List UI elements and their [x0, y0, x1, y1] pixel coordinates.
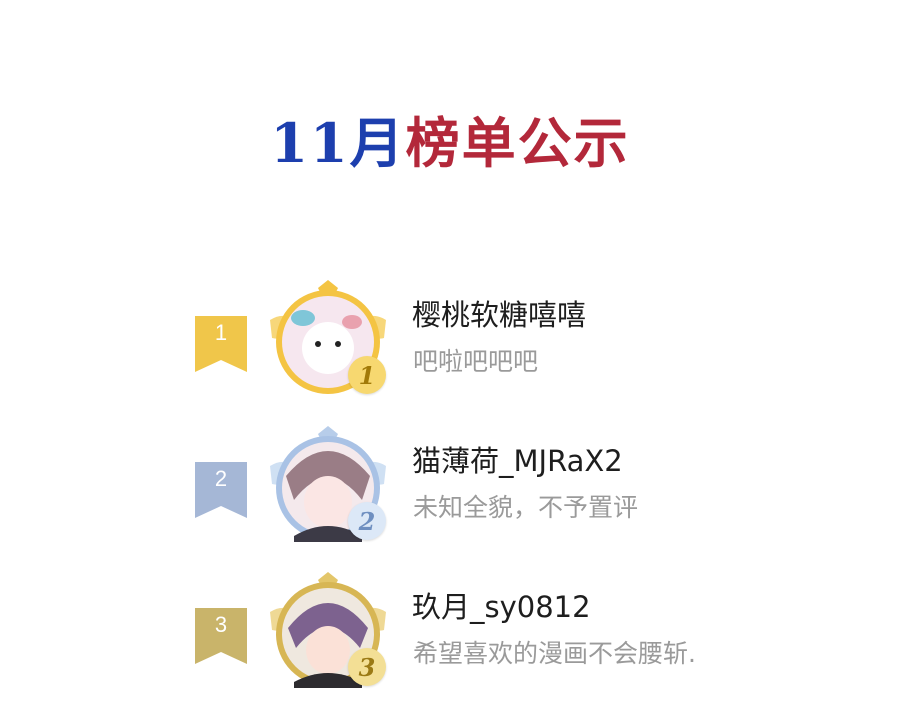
- username[interactable]: 猫薄荷_MJRaX2: [412, 438, 623, 480]
- rank-number: 1: [214, 320, 228, 345]
- rank-badge-number: 3: [358, 652, 376, 682]
- user-bio: 希望喜欢的漫画不会腰斩.: [413, 639, 696, 668]
- rank-badge: 1: [348, 356, 386, 394]
- rank-number: 3: [214, 612, 228, 637]
- rank-number: 2: [214, 466, 228, 491]
- rank-badge-number: 2: [358, 506, 376, 536]
- ranking-row-1[interactable]: 1 1 樱桃软糖嘻嘻 吧啦吧吧吧: [0, 280, 900, 430]
- user-bio: 未知全貌，不予置评: [413, 493, 639, 522]
- username[interactable]: 樱桃软糖嘻嘻: [412, 292, 586, 334]
- ranking-row-3[interactable]: 3 3 玖月_sy0812 希望喜欢的漫画不会腰斩.: [0, 572, 900, 722]
- page-title: 11月榜单公示: [0, 108, 900, 178]
- user-bio: 吧啦吧吧吧: [413, 347, 539, 376]
- title-text: 榜单公示: [405, 111, 630, 175]
- rank-badge-number: 1: [358, 360, 376, 390]
- username[interactable]: 玖月_sy0812: [412, 584, 591, 626]
- title-month: 11月: [270, 111, 406, 175]
- rank-badge: 2: [348, 502, 386, 540]
- ranking-row-2[interactable]: 2 2 猫薄荷_MJRaX2 未知全貌，不予置评: [0, 426, 900, 576]
- rank-badge: 3: [348, 648, 386, 686]
